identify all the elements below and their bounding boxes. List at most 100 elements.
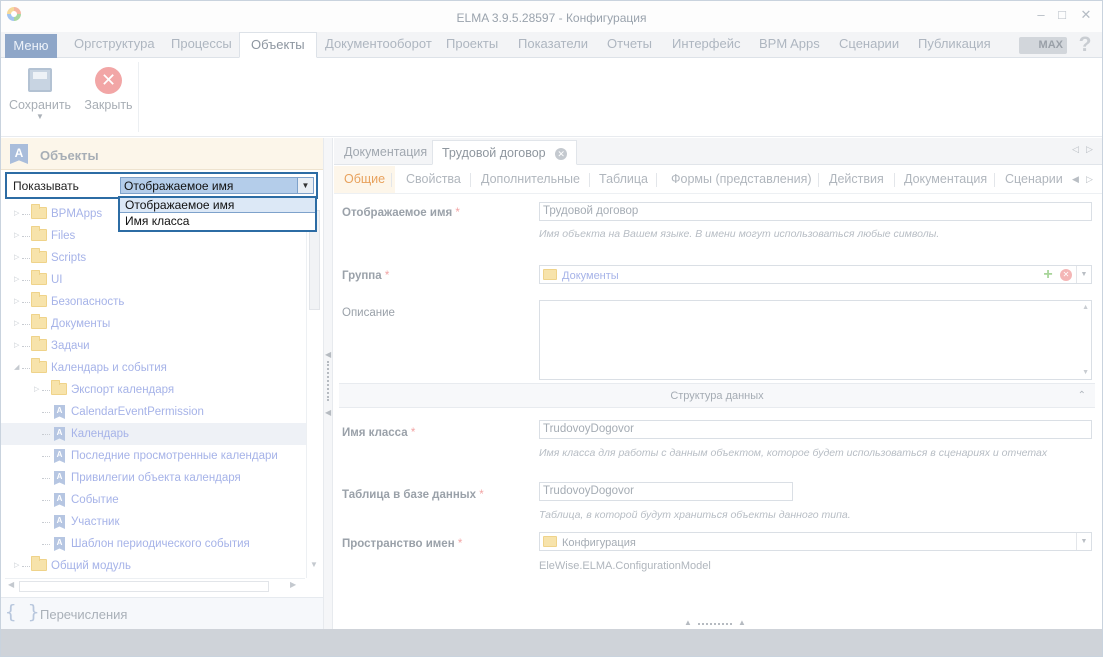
description-textarea[interactable]: ▲ ▼ bbox=[539, 300, 1092, 380]
subtab-forms[interactable]: Формы (представления) bbox=[661, 166, 822, 193]
tree-item-label: BPMApps bbox=[51, 208, 103, 220]
splitter-grip[interactable] bbox=[327, 361, 329, 401]
close-button[interactable]: ✕ Закрыть bbox=[81, 62, 136, 134]
subtab-general[interactable]: Общие bbox=[334, 166, 396, 193]
doc-tab-documentation[interactable]: Документация bbox=[335, 140, 436, 165]
menu-button[interactable]: Меню bbox=[5, 34, 57, 58]
scroll-down-icon[interactable]: ▼ bbox=[1082, 369, 1089, 376]
tree-item-recent-calendars[interactable]: A Последние просмотренные календари bbox=[1, 445, 306, 467]
class-name-hint: Имя класса для работы с данным объектом,… bbox=[539, 447, 1048, 459]
help-icon[interactable]: ? bbox=[1075, 34, 1095, 56]
data-structure-section[interactable]: Структура данных ⌃ bbox=[339, 383, 1095, 408]
tab-reports[interactable]: Отчеты bbox=[596, 32, 663, 58]
db-table-input[interactable]: TrudovoyDogovor bbox=[539, 482, 793, 501]
subtab-scenarios[interactable]: Сценарии bbox=[995, 166, 1073, 193]
close-tab-icon[interactable]: ✕ bbox=[555, 147, 568, 160]
tab-interface[interactable]: Интерфейс bbox=[661, 32, 751, 58]
tree-item-ui[interactable]: ▷ UI bbox=[1, 269, 306, 291]
enumerations-section[interactable]: { } Перечисления bbox=[1, 597, 323, 629]
tree-item-participant[interactable]: A Участник bbox=[1, 511, 306, 533]
tree-item-calendar-events[interactable]: ◢ Календарь и события bbox=[1, 357, 306, 379]
collapse-up-icon[interactable]: ⌃ bbox=[1078, 384, 1086, 408]
tab-publication[interactable]: Публикация bbox=[907, 32, 1002, 58]
scroll-down-icon[interactable]: ▼ bbox=[310, 560, 320, 569]
bottom-splitter[interactable]: ▲ ▲ bbox=[334, 618, 1102, 629]
scroll-right-icon[interactable]: ▶ bbox=[290, 580, 296, 589]
show-mode-value: Отображаемое имя bbox=[124, 179, 234, 193]
panel-splitter[interactable]: ◀ ◀ bbox=[323, 138, 333, 629]
scroll-subtabs-left-icon[interactable]: ◀ bbox=[1072, 174, 1079, 185]
tab-bpm-apps[interactable]: BPM Apps bbox=[748, 32, 831, 58]
tree-item-label: Files bbox=[51, 230, 76, 242]
tab-orgstructure[interactable]: Оргструктура bbox=[63, 32, 166, 58]
tree-vertical-scrollbar[interactable]: ▼ bbox=[306, 202, 322, 578]
save-button[interactable]: Сохранить ▼ bbox=[7, 62, 73, 134]
minimize-button[interactable]: – bbox=[1032, 7, 1050, 23]
tab-indicators[interactable]: Показатели bbox=[507, 32, 599, 58]
scroll-tabs-left-icon[interactable]: ◁ bbox=[1072, 144, 1079, 155]
display-name-label: Отображаемое имя * bbox=[342, 207, 460, 219]
tab-processes[interactable]: Процессы bbox=[160, 32, 243, 58]
tree-item-calendar-export[interactable]: ▷ Экспорт календаря bbox=[1, 379, 306, 401]
subtab-documentation[interactable]: Документация bbox=[894, 166, 997, 193]
close-window-button[interactable]: ✕ bbox=[1077, 7, 1095, 23]
show-mode-select[interactable]: Отображаемое имя ▼ bbox=[120, 177, 314, 194]
collapse-left-arrow-icon[interactable]: ◀ bbox=[325, 408, 331, 417]
subtab-actions[interactable]: Действия bbox=[819, 166, 894, 193]
remove-icon[interactable]: ✕ bbox=[1060, 269, 1072, 281]
tree-item-scripts[interactable]: ▷ Scripts bbox=[1, 247, 306, 269]
chevron-down-icon[interactable]: ▼ bbox=[1076, 266, 1091, 283]
save-dropdown-arrow-icon[interactable]: ▼ bbox=[7, 112, 73, 121]
scroll-subtabs-right-icon[interactable]: ▷ bbox=[1086, 174, 1093, 185]
scroll-left-icon[interactable]: ◀ bbox=[8, 580, 14, 589]
title-bar: ELMA 3.9.5.28597 - Конфигурация – □ ✕ bbox=[1, 1, 1102, 32]
subtab-additional[interactable]: Дополнительные bbox=[471, 166, 590, 193]
display-name-input[interactable]: Трудовой договор bbox=[539, 202, 1092, 221]
tab-document-flow[interactable]: Документооборот bbox=[314, 32, 443, 58]
subtab-table[interactable]: Таблица bbox=[589, 166, 658, 193]
tree-item-calendar-privileges[interactable]: A Привилегии объекта календаря bbox=[1, 467, 306, 489]
folder-icon bbox=[31, 358, 47, 373]
collapse-down-icon[interactable]: ▲ bbox=[738, 618, 746, 627]
chevron-down-icon[interactable]: ▼ bbox=[1076, 533, 1091, 550]
tree-item-recurring-event-template[interactable]: A Шаблон периодического события bbox=[1, 533, 306, 555]
group-selector[interactable]: Документы + ✕ ▼ bbox=[539, 265, 1092, 284]
section-title: Структура данных bbox=[670, 390, 764, 402]
tree-item-documents[interactable]: ▷ Документы bbox=[1, 313, 306, 335]
folder-icon bbox=[543, 269, 557, 280]
folder-icon bbox=[31, 204, 47, 219]
folder-icon bbox=[543, 536, 557, 547]
tree-item-calendar[interactable]: A Календарь bbox=[1, 423, 306, 445]
tree-item-label: UI bbox=[51, 274, 63, 286]
scroll-tabs-right-icon[interactable]: ▷ bbox=[1086, 144, 1093, 155]
doc-tab-labor-contract[interactable]: Трудовой договор ✕ bbox=[432, 140, 578, 165]
add-icon[interactable]: + bbox=[1041, 267, 1055, 283]
namespace-select[interactable]: Конфигурация ▼ bbox=[539, 532, 1092, 551]
dropdown-option-class-name[interactable]: Имя класса bbox=[120, 214, 315, 229]
tree-item-event[interactable]: A Событие bbox=[1, 489, 306, 511]
tree-item-calendar-event-permission[interactable]: A CalendarEventPermission bbox=[1, 401, 306, 423]
tree-item-tasks[interactable]: ▷ Задачи bbox=[1, 335, 306, 357]
close-label: Закрыть bbox=[84, 98, 133, 112]
chevron-down-icon[interactable]: ▼ bbox=[297, 178, 313, 193]
ribbon-toolbar: Сохранить ▼ ✕ Закрыть bbox=[1, 58, 1102, 137]
tree-item-security[interactable]: ▷ Безопасность bbox=[1, 291, 306, 313]
dropdown-option-display-name[interactable]: Отображаемое имя bbox=[120, 198, 315, 213]
tree-connector bbox=[22, 566, 30, 567]
maximize-button[interactable]: □ bbox=[1053, 7, 1071, 23]
scrollbar-thumb[interactable] bbox=[19, 581, 269, 592]
scroll-up-icon[interactable]: ▲ bbox=[1082, 304, 1089, 311]
collapse-left-arrow-icon[interactable]: ◀ bbox=[325, 350, 331, 359]
expand-up-icon[interactable]: ▲ bbox=[684, 618, 692, 627]
tab-projects[interactable]: Проекты bbox=[435, 32, 509, 58]
tab-scenarios[interactable]: Сценарии bbox=[828, 32, 910, 58]
tree-item-label: Scripts bbox=[51, 252, 87, 264]
tree-horizontal-scrollbar[interactable]: ◀ ▶ bbox=[5, 578, 305, 594]
class-name-input[interactable]: TrudovoyDogovor bbox=[539, 420, 1092, 439]
subtab-properties[interactable]: Свойства bbox=[396, 166, 471, 193]
class-icon: A bbox=[54, 537, 65, 551]
tab-objects[interactable]: Объекты bbox=[239, 32, 317, 58]
folder-icon bbox=[31, 226, 47, 241]
tree-item-common-module[interactable]: ▷ Общий модуль bbox=[1, 555, 306, 576]
splitter-grip[interactable] bbox=[698, 623, 732, 625]
